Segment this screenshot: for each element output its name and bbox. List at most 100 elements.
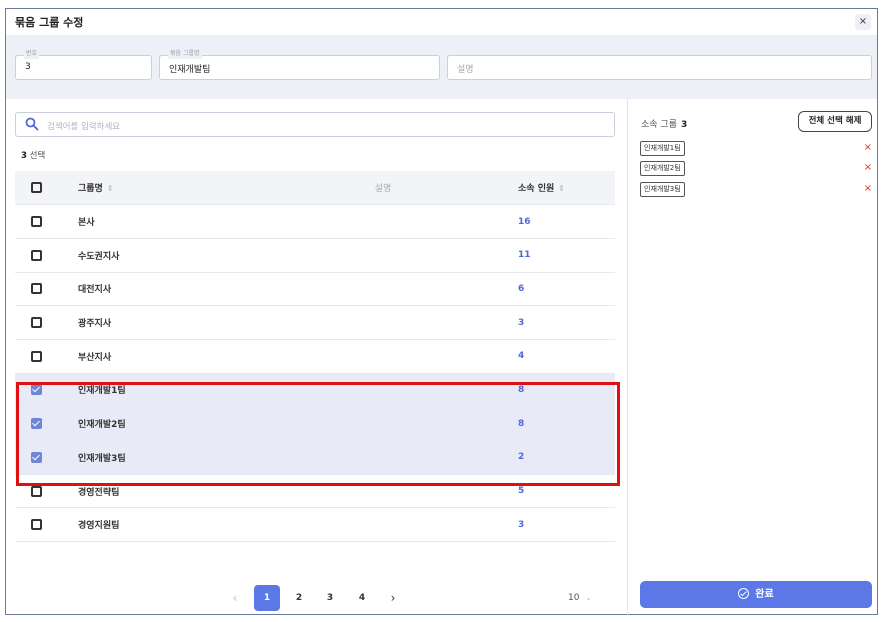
search-input[interactable]: 검색어를 입력하세요 <box>15 112 615 137</box>
table-row[interactable]: 본사 16 <box>15 204 615 239</box>
row-checkbox[interactable] <box>31 249 42 261</box>
row-members: 11 <box>518 238 615 273</box>
done-button[interactable]: 완료 <box>640 581 872 608</box>
row-name: 부산지사 <box>78 339 248 374</box>
row-checkbox-checked[interactable] <box>31 451 42 463</box>
selected-tag-row: 인재개발3팀 × <box>640 182 872 198</box>
row-description <box>248 507 518 543</box>
row-name: 경영전략팀 <box>78 474 248 509</box>
header-select-all[interactable] <box>15 171 78 206</box>
row-checkbox[interactable] <box>31 350 42 362</box>
prev-page-button[interactable]: ‹ <box>222 585 248 611</box>
row-name: 대전지사 <box>78 272 248 307</box>
group-name-value: 인재개발팀 <box>169 65 211 75</box>
table-row-selected[interactable]: 인재개발1팀 8 <box>15 373 615 408</box>
row-members: 2 <box>518 440 615 475</box>
next-page-button[interactable]: › <box>380 585 406 611</box>
row-description <box>248 238 518 273</box>
page-4-button[interactable]: 4 <box>349 585 375 611</box>
description-field[interactable]: 설명 <box>447 55 872 80</box>
description-placeholder: 설명 <box>457 65 474 75</box>
row-name: 인재개발1팀 <box>78 373 248 408</box>
page-size-select[interactable]: 10 ⌄ <box>568 593 591 603</box>
table-row-selected[interactable]: 인재개발2팀 8 <box>15 406 615 441</box>
chevron-down-icon: ⌄ <box>585 594 592 602</box>
remove-icon[interactable]: × <box>864 142 872 153</box>
group-name-field[interactable]: 묶음 그룹명 인재개발팀 <box>159 49 440 80</box>
number-value: 3 <box>25 62 31 72</box>
select-all-checkbox[interactable] <box>31 182 42 194</box>
row-description <box>248 339 518 374</box>
row-checkbox-checked[interactable] <box>31 418 42 430</box>
dialog-header: 묶음 그룹 수정 × <box>6 9 877 35</box>
group-form: 번호 3 묶음 그룹명 인재개발팀 설명 <box>6 35 877 99</box>
row-description <box>248 440 518 475</box>
selected-tag-row: 인재개발2팀 × <box>640 161 872 177</box>
deselect-all-button[interactable]: 전체 선택 해제 <box>798 111 872 132</box>
dialog-title: 묶음 그룹 수정 <box>15 16 84 29</box>
page-1-button[interactable]: 1 <box>254 585 280 611</box>
row-name: 본사 <box>78 204 248 239</box>
check-circle-icon <box>738 587 750 599</box>
row-members: 6 <box>518 272 615 307</box>
row-name: 광주지사 <box>78 305 248 340</box>
close-button[interactable]: × <box>855 14 871 30</box>
sort-icon[interactable]: ⇕ <box>107 184 114 193</box>
row-description <box>248 406 518 441</box>
table-row-selected[interactable]: 인재개발3팀 2 <box>15 440 615 475</box>
selected-tag: 인재개발2팀 <box>640 161 685 176</box>
row-checkbox[interactable] <box>31 317 42 329</box>
row-members: 8 <box>518 406 615 441</box>
selection-count-label: 선택 <box>29 151 46 161</box>
row-checkbox-checked[interactable] <box>31 384 42 396</box>
row-description <box>248 373 518 408</box>
edit-group-dialog: 묶음 그룹 수정 × 번호 3 묶음 그룹명 인재개발팀 설명 검색어를 입력하… <box>5 8 878 616</box>
table-row[interactable]: 광주지사 3 <box>15 305 615 340</box>
row-name: 인재개발3팀 <box>78 440 248 475</box>
selected-groups-panel: 소속 그룹 3 전체 선택 해제 인재개발1팀 × 인재개발2팀 × 인재개발3팀… <box>627 99 878 616</box>
selection-count-number: 3 <box>21 151 27 161</box>
remove-icon[interactable]: × <box>864 162 872 173</box>
remove-icon[interactable]: × <box>864 183 872 194</box>
row-checkbox[interactable] <box>31 216 42 228</box>
number-label: 번호 <box>24 49 40 59</box>
sort-icon[interactable]: ⇕ <box>558 184 565 193</box>
row-checkbox[interactable] <box>31 519 42 531</box>
table-row[interactable]: 수도권지사 11 <box>15 238 615 273</box>
row-members: 3 <box>518 305 615 340</box>
table-row[interactable]: 대전지사 6 <box>15 272 615 307</box>
header-members-label: 소속 인원 <box>518 184 555 195</box>
group-list-panel: 검색어를 입력하세요 3 선택 그룹명 ⇕ 설명 소속 인원 ⇕ 본사 16 수… <box>6 99 627 616</box>
selected-tag: 인재개발3팀 <box>640 182 685 197</box>
selected-tag: 인재개발1팀 <box>640 141 685 156</box>
header-name-label: 그룹명 <box>78 184 103 195</box>
selected-groups-title: 소속 그룹 3 <box>641 117 687 130</box>
group-name-label: 묶음 그룹명 <box>168 49 202 59</box>
table-header-row: 그룹명 ⇕ 설명 소속 인원 ⇕ <box>15 171 615 206</box>
row-members: 3 <box>518 507 615 543</box>
page-3-button[interactable]: 3 <box>317 585 343 611</box>
table-row[interactable]: 경영전략팀 5 <box>15 474 615 509</box>
row-checkbox[interactable] <box>31 485 42 497</box>
pagination: ‹ 1 2 3 4 › 10 ⌄ <box>6 585 627 613</box>
row-members: 16 <box>518 204 615 239</box>
row-checkbox[interactable] <box>31 283 42 295</box>
row-name: 수도권지사 <box>78 238 248 273</box>
page-2-button[interactable]: 2 <box>286 585 312 611</box>
search-icon <box>25 117 39 131</box>
table-row[interactable]: 부산지사 4 <box>15 339 615 374</box>
row-description <box>248 204 518 239</box>
row-members: 5 <box>518 474 615 509</box>
row-description <box>248 474 518 509</box>
header-description: 설명 <box>248 171 518 206</box>
group-table: 그룹명 ⇕ 설명 소속 인원 ⇕ 본사 16 수도권지사 11 대전지사 6 광… <box>15 171 615 543</box>
selected-groups-count: 3 <box>680 120 688 130</box>
row-description <box>248 305 518 340</box>
table-row[interactable]: 경영지원팀 3 <box>15 507 615 543</box>
row-description <box>248 272 518 307</box>
row-members: 4 <box>518 339 615 374</box>
header-members[interactable]: 소속 인원 ⇕ <box>518 171 615 206</box>
header-name[interactable]: 그룹명 ⇕ <box>78 171 248 206</box>
number-field[interactable]: 번호 3 <box>15 49 152 80</box>
row-name: 경영지원팀 <box>78 507 248 543</box>
